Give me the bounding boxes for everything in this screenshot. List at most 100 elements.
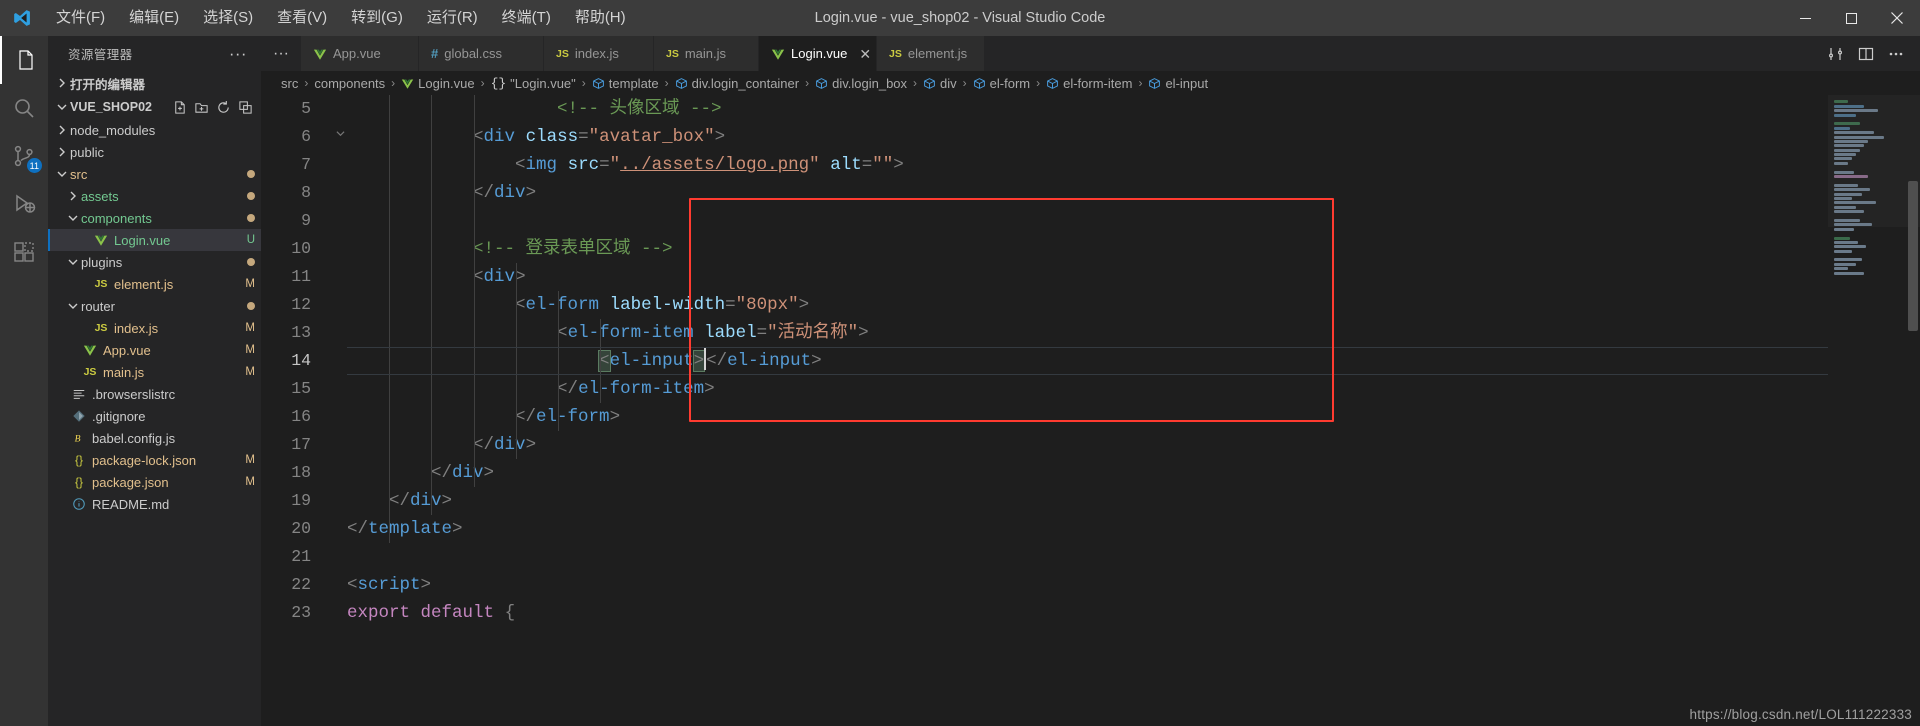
code-editor[interactable]: 5 <!-- 头像区域 --> 6 <div class="avatar_box"… [261,95,1920,726]
close-button[interactable] [1874,0,1920,36]
window-controls[interactable] [1782,0,1920,36]
code-line-10[interactable]: 10 <!-- 登录表单区域 --> [261,235,1828,263]
menu-view[interactable]: 查看(V) [265,0,339,36]
tree-item-node-modules[interactable]: node_modules [48,119,261,141]
explorer-actions[interactable] [169,97,261,117]
fold-gutter[interactable] [333,123,347,151]
split-diff-icon[interactable] [1822,40,1850,68]
tree-item-package.json[interactable]: {} package.json M [48,471,261,493]
code-line-15[interactable]: 15 </el-form-item> [261,375,1828,403]
code-line-6[interactable]: 6 <div class="avatar_box"> [261,123,1828,151]
editor-scrollbar[interactable] [1906,95,1920,726]
code-line-16[interactable]: 16 </el-form> [261,403,1828,431]
breadcrumb-item-components[interactable]: components [314,76,385,91]
breadcrumb-item-div.login_container[interactable]: div.login_container [675,76,799,91]
menu-bar[interactable]: 文件(F) 编辑(E) 选择(S) 查看(V) 转到(G) 运行(R) 终端(T… [44,0,638,36]
breadcrumb-item-div[interactable]: div [923,76,957,91]
symbol-cube-icon [1046,77,1059,90]
tree-item-readme.md[interactable]: README.md [48,493,261,515]
activity-search[interactable] [0,84,48,132]
tab-bar[interactable]: ··· App.vue # global.css JS index.js JS main.j… [261,36,1920,71]
line-number: 17 [291,435,311,454]
breadcrumb-item-el-input[interactable]: el-input [1148,76,1208,91]
split-editor-icon[interactable] [1852,40,1880,68]
tree-item-plugins[interactable]: plugins [48,251,261,273]
sidebar-more-icon[interactable]: ··· [229,45,253,62]
breadcrumb-item-el-form[interactable]: el-form [973,76,1030,91]
tree-item-app.vue[interactable]: App.vue M [48,339,261,361]
breadcrumb-item-div.login_box[interactable]: div.login_box [815,76,907,91]
activity-source-control[interactable]: 11 [0,132,48,180]
tree-item-.gitignore[interactable]: .gitignore [48,405,261,427]
workspace-root[interactable]: VUE_SHOP02 [48,95,261,119]
open-editors-section[interactable]: 打开的编辑器 [48,71,261,95]
activity-explorer[interactable] [0,36,48,84]
editor-actions[interactable] [1822,36,1920,71]
collapse-all-icon[interactable] [235,97,255,117]
tree-item-main.js[interactable]: JS main.js M [48,361,261,383]
new-folder-icon[interactable] [191,97,211,117]
code-scroll-area[interactable]: 5 <!-- 头像区域 --> 6 <div class="avatar_box"… [261,95,1828,726]
editor-tabs[interactable]: App.vue # global.css JS index.js JS main.js Log… [301,36,1822,71]
tree-item-components[interactable]: components [48,207,261,229]
maximize-button[interactable] [1828,0,1874,36]
tree-item-index.js[interactable]: JS index.js M [48,317,261,339]
new-file-icon[interactable] [169,97,189,117]
code-line-7[interactable]: 7 <img src="../assets/logo.png" alt=""> [261,151,1828,179]
tree-item-src[interactable]: src [48,163,261,185]
code-line-11[interactable]: 11 <div> [261,263,1828,291]
tree-item-assets[interactable]: assets [48,185,261,207]
breadcrumb-item-src[interactable]: src [281,76,298,91]
tree-item-element.js[interactable]: JS element.js M [48,273,261,295]
code-line-21[interactable]: 21 [261,543,1828,571]
tab-element-js[interactable]: JS element.js [877,36,985,71]
activity-extensions[interactable] [0,228,48,276]
tab-login-vue[interactable]: Login.vue ✕ [759,36,877,71]
menu-terminal[interactable]: 终端(T) [490,0,563,36]
code-line-18[interactable]: 18 </div> [261,459,1828,487]
tab-index-js[interactable]: JS index.js [544,36,654,71]
code-line-13[interactable]: 13 <el-form-item label="活动名称"> [261,319,1828,347]
tab-app-vue[interactable]: App.vue [301,36,419,71]
tab-overflow-icon[interactable]: ··· [261,36,301,71]
code-line-23[interactable]: 23 export default { [261,599,1828,627]
activity-run-debug[interactable] [0,180,48,228]
code-line-8[interactable]: 8 </div> [261,179,1828,207]
refresh-icon[interactable] [213,97,233,117]
tree-item-router[interactable]: router [48,295,261,317]
minimize-button[interactable] [1782,0,1828,36]
code-line-22[interactable]: 22 <script> [261,571,1828,599]
scrollbar-thumb[interactable] [1908,181,1918,331]
tree-item-package-lock.json[interactable]: {} package-lock.json M [48,449,261,471]
tab-close-icon[interactable]: ✕ [859,47,871,61]
breadcrumb-item--login.vue-[interactable]: {} "Login.vue" [491,76,576,91]
code-line-17[interactable]: 17 </div> [261,431,1828,459]
code-line-9[interactable]: 9 [261,207,1828,235]
activity-bar[interactable]: 11 [0,36,48,726]
code-line-19[interactable]: 19 </div> [261,487,1828,515]
menu-select[interactable]: 选择(S) [191,0,265,36]
menu-help[interactable]: 帮助(H) [563,0,638,36]
tab-global-css[interactable]: # global.css [419,36,544,71]
code-line-12[interactable]: 12 <el-form label-width="80px"> [261,291,1828,319]
menu-run[interactable]: 运行(R) [415,0,490,36]
breadcrumb-item-template[interactable]: template [592,76,659,91]
tab-main-js[interactable]: JS main.js [654,36,759,71]
more-actions-icon[interactable] [1882,40,1910,68]
breadcrumb-item-el-form-item[interactable]: el-form-item [1046,76,1132,91]
breadcrumb-item-login.vue[interactable]: Login.vue [401,76,475,91]
tree-item-babel.config.js[interactable]: Bbabel.config.js [48,427,261,449]
menu-file[interactable]: 文件(F) [44,0,117,36]
tree-item-public[interactable]: public [48,141,261,163]
code-line-14[interactable]: 14 <el-input> </el-input> [261,347,1828,375]
code-text: <!-- 头像区域 --> [347,99,722,119]
code-line-5[interactable]: 5 <!-- 头像区域 --> [261,95,1828,123]
breadcrumb[interactable]: src › components › Login.vue › {} "Login.vue" › t… [261,71,1920,95]
file-tree[interactable]: node_modules public src assets components Log… [48,119,261,515]
code-content[interactable]: 5 <!-- 头像区域 --> 6 <div class="avatar_box"… [261,95,1828,627]
tree-item-login.vue[interactable]: Login.vue U [48,229,261,251]
tree-item-.browserslistrc[interactable]: .browserslistrc [48,383,261,405]
menu-go[interactable]: 转到(G) [339,0,415,36]
menu-edit[interactable]: 编辑(E) [117,0,191,36]
code-line-20[interactable]: 20 </template> [261,515,1828,543]
